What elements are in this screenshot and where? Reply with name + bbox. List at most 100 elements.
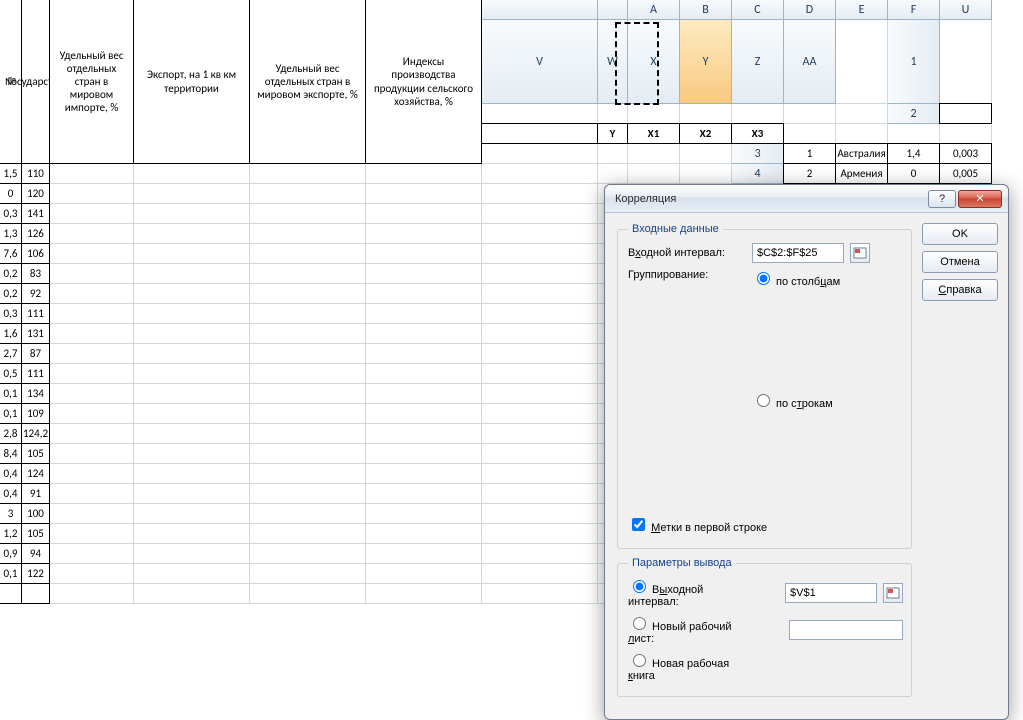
cell-E6[interactable]: 1,3 — [0, 223, 22, 244]
cell-V25[interactable] — [134, 564, 250, 584]
cell-V18[interactable] — [134, 424, 250, 444]
cell-V17[interactable] — [134, 404, 250, 424]
cell-W5[interactable] — [250, 204, 366, 224]
cell-Y7[interactable] — [482, 244, 598, 264]
new-sheet-field[interactable] — [789, 620, 903, 640]
cell-B2[interactable] — [481, 123, 598, 144]
cell-X5[interactable] — [366, 204, 482, 224]
cell-W17[interactable] — [250, 404, 366, 424]
cell-W20[interactable] — [250, 464, 366, 484]
cell-X4[interactable] — [366, 184, 482, 204]
cell-F6[interactable]: 126 — [21, 223, 50, 244]
cell-W26[interactable] — [250, 584, 366, 604]
cell-U12[interactable] — [50, 344, 134, 364]
cell-U25[interactable] — [50, 564, 134, 584]
cell-X18[interactable] — [366, 424, 482, 444]
cell-B4[interactable]: Армения — [835, 163, 888, 184]
cell-V26[interactable] — [134, 584, 250, 604]
dialog-close-button[interactable]: ✕ — [958, 190, 1002, 208]
cell-W21[interactable] — [250, 484, 366, 504]
col-head-Y[interactable]: Y — [680, 20, 732, 104]
cell-X24[interactable] — [366, 544, 482, 564]
cell-U22[interactable] — [50, 504, 134, 524]
cell-E24[interactable]: 0,9 — [0, 543, 22, 564]
cell-V13[interactable] — [134, 364, 250, 384]
cell-W2[interactable] — [888, 124, 940, 144]
cell-F8[interactable]: 83 — [21, 263, 50, 284]
cell-Y9[interactable] — [482, 284, 598, 304]
cell-E18[interactable]: 2,8 — [0, 423, 22, 444]
cell-Y2[interactable] — [482, 144, 598, 164]
new-sheet-option[interactable]: Новый рабочий лист: — [628, 614, 746, 645]
cell-F26[interactable] — [21, 583, 50, 604]
cell-U14[interactable] — [50, 384, 134, 404]
cell-Y14[interactable] — [482, 384, 598, 404]
col-head-A[interactable]: A — [628, 0, 680, 20]
cancel-button[interactable]: Отмена — [922, 251, 998, 273]
cell-V6[interactable] — [134, 224, 250, 244]
cell-C4[interactable]: 0 — [887, 163, 940, 184]
col-head-B[interactable]: B — [680, 0, 732, 20]
cell-E10[interactable]: 0,3 — [0, 303, 22, 324]
cell-C3[interactable]: 1,4 — [887, 143, 940, 164]
cell-Z3[interactable] — [598, 164, 628, 184]
cell-X14[interactable] — [366, 384, 482, 404]
cell-D2[interactable]: X1 — [627, 123, 680, 144]
cell-W7[interactable] — [250, 244, 366, 264]
cell-U9[interactable] — [50, 284, 134, 304]
cell-Y1[interactable] — [680, 104, 732, 124]
cell-V21[interactable] — [134, 484, 250, 504]
cell-F23[interactable]: 105 — [21, 523, 50, 544]
cell-E14[interactable]: 0,1 — [0, 383, 22, 404]
col-head-F[interactable]: F — [888, 0, 940, 20]
cell-E2[interactable]: X2 — [679, 123, 732, 144]
group-by-cols[interactable]: по столбцам — [752, 269, 840, 387]
cell-E7[interactable]: 7,6 — [0, 243, 22, 264]
col-head-E[interactable]: E — [836, 0, 888, 20]
cell-F18[interactable]: 124,2 — [21, 423, 50, 444]
cell-D3[interactable]: 0,003 — [939, 143, 992, 164]
cell-AA3[interactable] — [628, 164, 680, 184]
cell-V22[interactable] — [134, 504, 250, 524]
cell-W10[interactable] — [250, 304, 366, 324]
cell-W13[interactable] — [250, 364, 366, 384]
cell-F17[interactable]: 109 — [21, 403, 50, 424]
col-head-V[interactable]: V — [482, 20, 598, 104]
cell-U10[interactable] — [50, 304, 134, 324]
cell-X22[interactable] — [366, 504, 482, 524]
col-head-D[interactable]: D — [784, 0, 836, 20]
cell-Y4[interactable] — [482, 184, 598, 204]
cell-F4[interactable]: 120 — [21, 183, 50, 204]
cell-X20[interactable] — [366, 464, 482, 484]
cell-X1[interactable] — [628, 104, 680, 124]
cell-X8[interactable] — [366, 264, 482, 284]
cell-X19[interactable] — [366, 444, 482, 464]
cell-X23[interactable] — [366, 524, 482, 544]
cell-B1[interactable]: Государство — [21, 0, 50, 164]
select-all-corner[interactable] — [482, 0, 598, 20]
cell-F19[interactable]: 105 — [21, 443, 50, 464]
cell-W12[interactable] — [250, 344, 366, 364]
input-range-field[interactable] — [752, 243, 844, 263]
cell-Y25[interactable] — [482, 564, 598, 584]
cell-W18[interactable] — [250, 424, 366, 444]
row-head-4[interactable]: 4 — [732, 164, 784, 184]
cell-V8[interactable] — [134, 264, 250, 284]
output-range-option[interactable]: Выходной интервал: — [628, 577, 746, 608]
cell-U18[interactable] — [50, 424, 134, 444]
cell-A2[interactable] — [939, 103, 992, 124]
cell-F2[interactable]: X3 — [731, 123, 784, 144]
cell-F9[interactable]: 92 — [21, 283, 50, 304]
cell-Y6[interactable] — [482, 224, 598, 244]
cell-V20[interactable] — [134, 464, 250, 484]
cell-A4[interactable]: 2 — [783, 163, 836, 184]
cell-U2[interactable] — [784, 124, 836, 144]
help-button[interactable]: Справка — [922, 279, 998, 301]
cell-X10[interactable] — [366, 304, 482, 324]
cell-W11[interactable] — [250, 324, 366, 344]
cell-AA2[interactable] — [628, 144, 680, 164]
cell-X12[interactable] — [366, 344, 482, 364]
cell-E13[interactable]: 0,5 — [0, 363, 22, 384]
cell-F3[interactable]: 110 — [21, 163, 50, 184]
cell-W19[interactable] — [250, 444, 366, 464]
